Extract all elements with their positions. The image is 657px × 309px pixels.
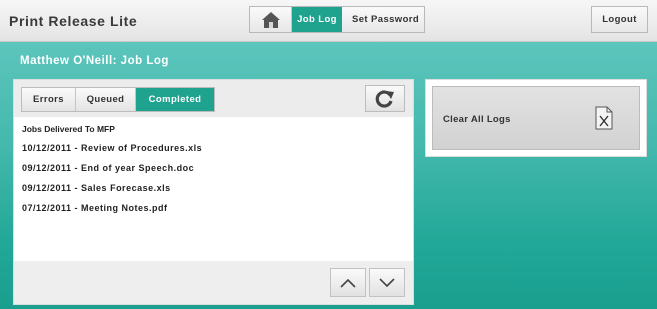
job-log-button[interactable]: Job Log (292, 7, 342, 32)
job-log-panel: Errors Queued Completed Jobs Delivered T… (13, 79, 414, 305)
scroll-down-button[interactable] (369, 268, 405, 297)
logout-button[interactable]: Logout (591, 6, 648, 33)
tab-completed[interactable]: Completed (136, 88, 214, 111)
home-icon (261, 11, 280, 28)
list-item[interactable]: 09/12/2011 - End of year Speech.doc (22, 162, 402, 182)
main-nav: Job Log Set Password (249, 6, 425, 33)
job-log-panel-header: Errors Queued Completed (14, 80, 413, 117)
refresh-icon (375, 89, 394, 108)
page-title: Matthew O'Neill: Job Log (20, 55, 169, 67)
set-password-button[interactable]: Set Password (342, 7, 424, 32)
refresh-button[interactable] (365, 85, 405, 112)
document-x-icon (595, 106, 613, 130)
job-list: Jobs Delivered To MFP 10/12/2011 - Revie… (22, 123, 402, 222)
clear-all-logs-label: Clear All Logs (443, 114, 511, 125)
main-content: Matthew O'Neill: Job Log Errors Queued C… (0, 42, 657, 309)
list-item[interactable]: 10/12/2011 - Review of Procedures.xls (22, 142, 402, 162)
tab-queued[interactable]: Queued (76, 88, 136, 111)
list-item[interactable]: 09/12/2011 - Sales Forecase.xls (22, 182, 402, 202)
home-button[interactable] (250, 7, 292, 32)
list-item[interactable]: 07/12/2011 - Meeting Notes.pdf (22, 202, 402, 222)
job-list-heading: Jobs Delivered To MFP (22, 124, 115, 134)
status-tabs: Errors Queued Completed (21, 87, 215, 112)
tab-errors[interactable]: Errors (22, 88, 76, 111)
scroll-up-button[interactable] (330, 268, 366, 297)
chevron-up-icon (340, 278, 356, 288)
top-bar: Print Release Lite Job Log Set Password … (0, 0, 657, 42)
clear-all-logs-button[interactable]: Clear All Logs (432, 86, 640, 150)
actions-panel: Clear All Logs (425, 79, 647, 157)
app-title: Print Release Lite (9, 13, 138, 29)
pager-bar (14, 261, 413, 304)
chevron-down-icon (379, 277, 395, 287)
